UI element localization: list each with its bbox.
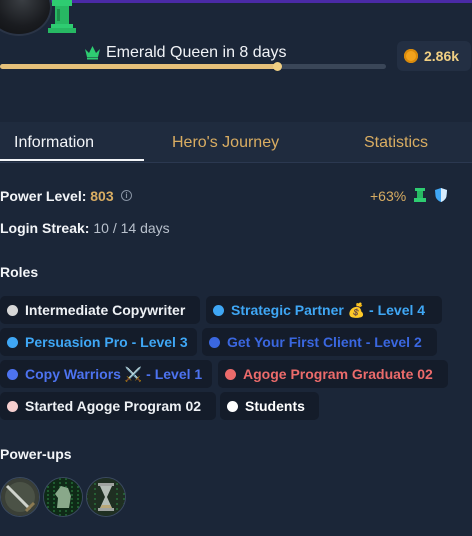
role-dot (225, 369, 236, 380)
tab-heros-journey[interactable]: Hero's Journey (172, 134, 279, 152)
role-chip[interactable]: Agoge Program Graduate 02 (218, 360, 448, 388)
role-dot (209, 337, 220, 348)
role-label: Students (245, 398, 305, 414)
role-chip[interactable]: Students (220, 392, 319, 420)
rank-progress-fill (0, 64, 278, 69)
role-label: Started Agoge Program 02 (25, 398, 202, 414)
role-label: Strategic Partner 💰 - Level 4 (231, 302, 426, 318)
tab-statistics[interactable]: Statistics (364, 134, 428, 152)
role-dot (7, 337, 18, 348)
role-label: Intermediate Copywriter (25, 302, 186, 318)
power-level-value: 803 (90, 188, 114, 204)
role-dot (227, 401, 238, 412)
powerups-heading: Power-ups (0, 446, 72, 462)
coin-icon (404, 49, 418, 63)
role-chip[interactable]: Intermediate Copywriter (0, 296, 200, 324)
role-label: Get Your First Client - Level 2 (227, 334, 422, 350)
crown-icon (85, 46, 100, 60)
role-dot (213, 305, 224, 316)
login-streak-label: Login Streak: (0, 220, 90, 236)
role-label: Persuasion Pro - Level 3 (25, 334, 188, 350)
login-streak-row: Login Streak: 10 / 14 days (0, 220, 170, 236)
next-rank-text: Emerald Queen in 8 days (106, 44, 287, 61)
rook-rank-icon (48, 0, 76, 33)
login-streak-value: 10 / 14 days (93, 220, 170, 236)
rook-small-icon (414, 188, 426, 202)
profile-tabs: Information Hero's Journey Statistics (0, 122, 472, 163)
role-dot (7, 369, 18, 380)
role-chip[interactable]: Copy Warriors ⚔️ - Level 1 (0, 360, 212, 388)
role-chip[interactable]: Strategic Partner 💰 - Level 4 (206, 296, 442, 324)
coin-balance: 2.86k (424, 48, 460, 64)
coin-balance-badge[interactable]: 2.86k (397, 41, 471, 71)
matrix-knight-powerup-icon[interactable] (43, 477, 83, 517)
role-chip[interactable]: Get Your First Client - Level 2 (202, 328, 437, 356)
hourglass-powerup-icon[interactable] (86, 477, 126, 517)
active-tab-indicator (0, 159, 144, 161)
role-label: Copy Warriors ⚔️ - Level 1 (25, 366, 203, 382)
next-rank-row: Emerald Queen in 8 days (0, 42, 386, 66)
power-change-percent: +63% (370, 188, 407, 204)
roles-heading: Roles (0, 264, 39, 280)
rank-progress-bar (0, 62, 386, 71)
power-level-row: Power Level: 803 (0, 188, 114, 204)
role-dot (7, 401, 18, 412)
power-level-label: Power Level: (0, 188, 87, 204)
role-dot (7, 305, 18, 316)
role-label: Agoge Program Graduate 02 (243, 366, 433, 382)
rank-progress-knob (272, 62, 282, 71)
avatar[interactable] (0, 0, 52, 36)
role-chip[interactable]: Persuasion Pro - Level 3 (0, 328, 197, 356)
sword-powerup-icon[interactable] (0, 477, 40, 517)
role-chip[interactable]: Started Agoge Program 02 (0, 392, 216, 420)
info-icon[interactable]: i (121, 190, 132, 201)
tab-information[interactable]: Information (14, 134, 94, 152)
shield-icon (435, 188, 447, 202)
